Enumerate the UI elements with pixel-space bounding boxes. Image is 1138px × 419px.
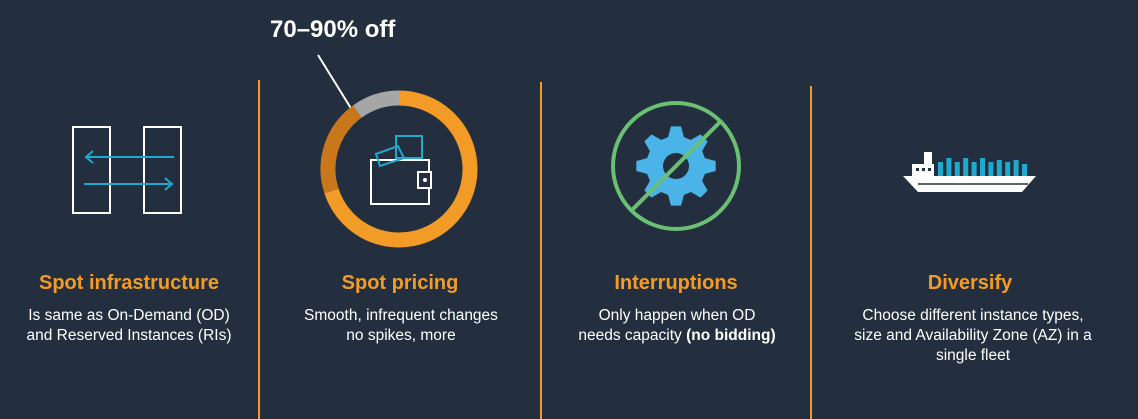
column-divider-2 — [540, 82, 542, 419]
description-line: size and Availability Zone (AZ) in a — [854, 327, 1092, 344]
ship-container — [980, 158, 985, 176]
ship-container — [988, 162, 994, 176]
donut-segment-remaining — [352, 90, 400, 118]
ship-container — [963, 158, 969, 176]
description-emphasis: (no bidding) — [686, 327, 776, 344]
description-text: needs capacity — [578, 327, 687, 344]
donut-segment-range — [320, 105, 362, 194]
column-divider-3 — [810, 86, 812, 419]
ship-container — [954, 162, 960, 176]
diversify-title: Diversify — [927, 272, 1013, 294]
ship-container — [946, 158, 952, 176]
ship-container — [938, 162, 943, 176]
ship-container — [1005, 162, 1011, 176]
spot-infrastructure-title: Spot infrastructure — [38, 272, 220, 294]
description-line: Smooth, infrequent changes — [304, 307, 498, 324]
description-line: Only happen when OD — [598, 307, 756, 324]
spot-pricing-description: Smooth, infrequent changes no spikes, mo… — [270, 306, 532, 346]
description-line: and Reserved Instances (RIs) — [26, 327, 232, 344]
slide: 70–90% off Spot infrastructure Spot pric… — [0, 0, 1138, 419]
description-line: Is same as On-Demand (OD) — [28, 307, 230, 324]
container-ship-icon — [903, 152, 1036, 192]
interruptions-description: Only happen when OD needs capacity (no b… — [546, 306, 808, 346]
column-divider-1 — [258, 80, 260, 419]
transfer-arrows-icon — [72, 126, 182, 214]
description-line: single fleet — [935, 347, 1011, 364]
ship-container — [996, 160, 1002, 176]
ship-container — [1013, 160, 1019, 176]
ship-container — [1022, 164, 1027, 176]
spot-pricing-title: Spot pricing — [341, 272, 459, 294]
spot-infrastructure-description: Is same as On-Demand (OD) and Reserved I… — [0, 306, 258, 346]
interruptions-title: Interruptions — [614, 272, 738, 294]
diversify-description: Choose different instance types, size an… — [814, 306, 1132, 366]
discount-donut-chart — [320, 90, 478, 248]
description-line: needs capacity (no bidding) — [546, 326, 808, 346]
description-line: no spikes, more — [346, 327, 456, 344]
ship-container — [971, 162, 977, 176]
description-line: Choose different instance types, — [862, 307, 1084, 324]
gear-crossed-icon — [611, 101, 741, 231]
wallet-icon — [370, 135, 432, 205]
